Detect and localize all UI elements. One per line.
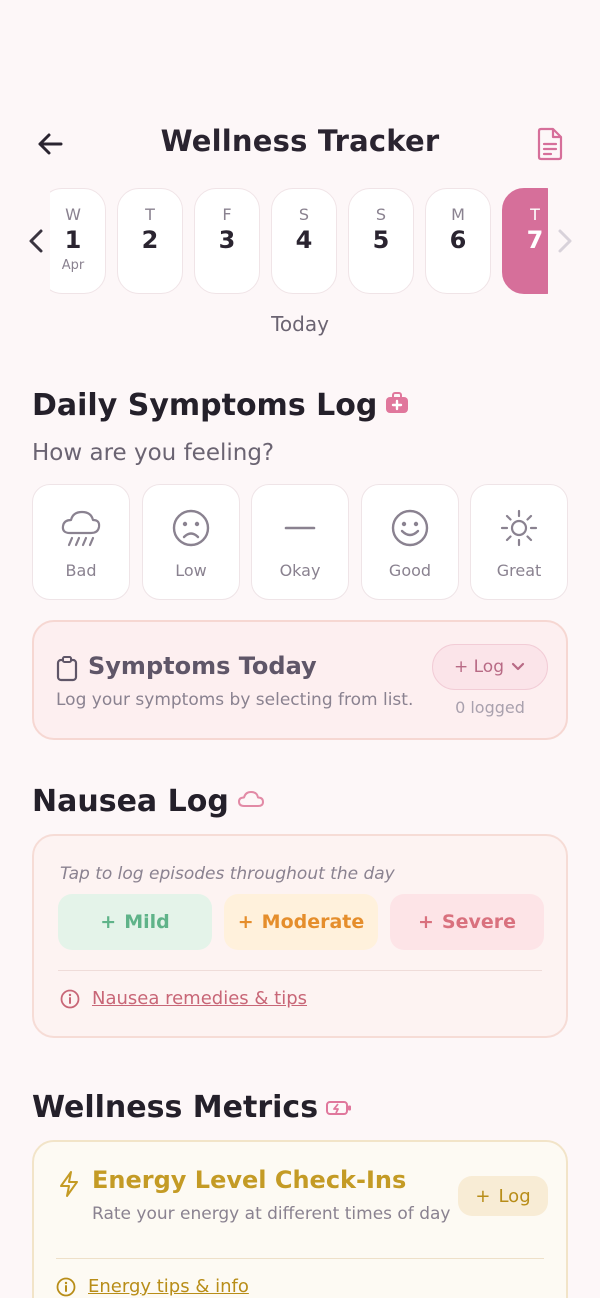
mood-label: Low xyxy=(175,561,207,580)
section-title-text: Nausea Log xyxy=(32,784,229,819)
plus-icon: + xyxy=(417,911,434,933)
sad-face-icon xyxy=(143,507,239,549)
page-title: Wellness Tracker xyxy=(160,124,440,158)
day-number: 6 xyxy=(449,226,467,254)
nausea-log-card: Tap to log episodes throughout the day +… xyxy=(32,834,568,1038)
mood-good-button[interactable]: Good xyxy=(361,484,459,600)
chevron-left-icon xyxy=(29,229,43,253)
nausea-hint: Tap to log episodes throughout the day xyxy=(60,864,395,884)
energy-checkins-card: Energy Level Check-Ins Rate your energy … xyxy=(32,1140,568,1298)
log-button-label: + Log xyxy=(453,657,504,677)
day-number: 5 xyxy=(372,226,390,254)
info-icon xyxy=(60,989,80,1008)
day-chip[interactable]: F 3 xyxy=(194,188,260,294)
energy-tips-link[interactable]: Energy tips & info xyxy=(56,1276,249,1297)
section-title-metrics: Wellness Metrics xyxy=(32,1090,352,1125)
date-strip: W 1 Apr T 2 F 3 S 4 S 5 M 6 T 7 xyxy=(0,188,600,296)
document-icon xyxy=(537,127,563,161)
happy-face-icon xyxy=(362,507,458,549)
energy-card-subtitle: Rate your energy at different times of d… xyxy=(92,1204,451,1224)
mood-low-button[interactable]: Low xyxy=(142,484,240,600)
lightning-icon xyxy=(58,1170,80,1202)
severity-label: Mild xyxy=(124,911,170,933)
log-mild-button[interactable]: + Mild xyxy=(58,894,212,950)
chevron-down-icon xyxy=(511,662,525,671)
log-moderate-button[interactable]: + Moderate xyxy=(224,894,378,950)
mood-label: Okay xyxy=(279,561,321,580)
nausea-tips-link[interactable]: Nausea remedies & tips xyxy=(60,988,307,1009)
day-chip-selected[interactable]: T 7 xyxy=(502,188,548,294)
section-title-text: Daily Symptoms Log xyxy=(32,388,378,423)
divider xyxy=(58,970,542,971)
app-header: Wellness Tracker xyxy=(0,120,600,166)
mood-selector: Bad Low Okay Good Great xyxy=(32,484,568,602)
day-of-week: T xyxy=(530,205,540,224)
log-symptoms-button[interactable]: + Log xyxy=(432,644,548,690)
day-of-week: M xyxy=(451,205,465,224)
day-number: 2 xyxy=(141,226,159,254)
day-of-week: S xyxy=(298,205,310,224)
log-energy-button[interactable]: + Log xyxy=(458,1176,548,1216)
info-icon xyxy=(56,1277,76,1296)
log-button-label: Log xyxy=(498,1185,531,1207)
day-chip[interactable]: S 4 xyxy=(271,188,337,294)
day-number: 3 xyxy=(218,226,236,254)
days-viewport: W 1 Apr T 2 F 3 S 4 S 5 M 6 T 7 xyxy=(50,188,548,296)
mood-label: Bad xyxy=(65,561,97,580)
day-of-week: T xyxy=(145,205,155,224)
plus-icon: + xyxy=(100,911,117,933)
cloud-icon xyxy=(237,784,265,819)
symptoms-today-card: Symptoms Today Log your symptoms by sele… xyxy=(32,620,568,740)
day-of-week: S xyxy=(375,205,387,224)
divider xyxy=(56,1258,544,1259)
mood-label: Good xyxy=(388,561,432,580)
tips-link-text: Energy tips & info xyxy=(88,1276,249,1297)
mood-question: How are you feeling? xyxy=(32,440,275,466)
mood-okay-button[interactable]: Okay xyxy=(251,484,349,600)
day-of-week: F xyxy=(222,205,232,224)
section-title-symptoms: Daily Symptoms Log xyxy=(32,388,409,423)
chevron-right-icon xyxy=(558,229,572,253)
day-month: Apr xyxy=(61,258,85,273)
clipboard-icon xyxy=(56,656,78,686)
severity-label: Severe xyxy=(441,911,517,933)
severity-label: Moderate xyxy=(261,911,365,933)
symptoms-card-subtitle: Log your symptoms by selecting from list… xyxy=(56,690,414,710)
symptoms-card-title: Symptoms Today xyxy=(88,652,317,680)
log-severe-button[interactable]: + Severe xyxy=(390,894,544,950)
day-number: 7 xyxy=(526,226,544,254)
day-chip[interactable]: T 2 xyxy=(117,188,183,294)
report-button[interactable] xyxy=(530,124,570,164)
battery-icon xyxy=(326,1090,352,1125)
day-chip[interactable]: W 1 Apr xyxy=(50,188,106,294)
prev-week-button[interactable] xyxy=(24,226,48,256)
neutral-line-icon xyxy=(252,507,348,549)
selected-date-label: Today xyxy=(271,312,329,336)
day-chip[interactable]: M 6 xyxy=(425,188,491,294)
day-number: 4 xyxy=(295,226,313,254)
section-title-nausea: Nausea Log xyxy=(32,784,265,819)
plus-icon: + xyxy=(237,911,254,933)
next-week-button[interactable] xyxy=(553,226,577,256)
mood-bad-button[interactable]: Bad xyxy=(32,484,130,600)
section-title-text: Wellness Metrics xyxy=(32,1090,319,1125)
medical-kit-icon xyxy=(385,388,409,423)
sun-icon xyxy=(471,507,567,549)
rain-cloud-icon xyxy=(33,507,129,549)
logged-count: 0 logged xyxy=(455,698,525,717)
plus-icon: + xyxy=(475,1185,491,1207)
tips-link-text: Nausea remedies & tips xyxy=(92,988,308,1009)
energy-card-title: Energy Level Check-Ins xyxy=(92,1166,407,1194)
day-chip[interactable]: S 5 xyxy=(348,188,414,294)
mood-great-button[interactable]: Great xyxy=(470,484,568,600)
mood-label: Great xyxy=(496,561,542,580)
day-number: 1 xyxy=(64,226,82,254)
day-of-week: W xyxy=(65,205,81,224)
